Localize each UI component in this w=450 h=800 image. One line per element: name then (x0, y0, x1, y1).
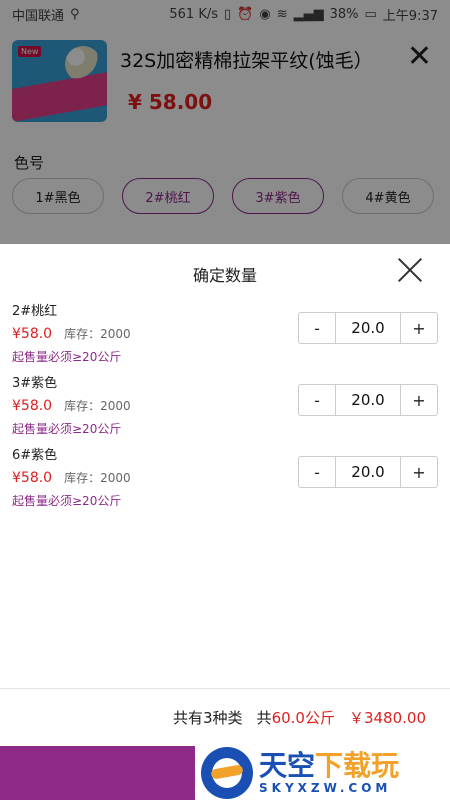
item-price: ¥58.0 (12, 326, 53, 342)
order-summary: 共有3种类 共60.0公斤 ￥3480.00 (0, 688, 450, 746)
increment-button[interactable]: + (401, 457, 437, 487)
quantity-input[interactable]: 20.0 (335, 457, 401, 487)
quantity-input[interactable]: 20.0 (335, 313, 401, 343)
list-item: 2#桃红 ¥58.0 库存：2000 起售量必须≥20公斤 - 20.0 + (12, 300, 438, 370)
decrement-button[interactable]: - (299, 313, 335, 343)
item-stock: 库存：2000 (64, 471, 131, 485)
kinds-count: 共有3种类 (173, 709, 243, 727)
list-item: 6#紫色 ¥58.0 库存：2000 起售量必须≥20公斤 - 20.0 + (12, 444, 438, 514)
watermark-accent: 下载玩 (315, 749, 400, 782)
airplane-logo-icon (201, 747, 253, 799)
decrement-button[interactable]: - (299, 457, 335, 487)
increment-button[interactable]: + (401, 385, 437, 415)
dim-overlay (0, 0, 450, 244)
list-item: 3#紫色 ¥58.0 库存：2000 起售量必须≥20公斤 - 20.0 + (12, 372, 438, 442)
quantity-sheet: 确定数量 2#桃红 ¥58.0 库存：2000 起售量必须≥20公斤 - 20.… (0, 244, 450, 800)
item-stock: 库存：2000 (64, 327, 131, 341)
item-price: ¥58.0 (12, 470, 53, 486)
watermark-main: 天空 (259, 749, 316, 782)
quantity-stepper: - 20.0 + (298, 456, 438, 488)
close-icon[interactable] (396, 256, 424, 284)
watermark-domain: SKYXZW.COM (259, 781, 392, 795)
quantity-stepper: - 20.0 + (298, 384, 438, 416)
increment-button[interactable]: + (401, 313, 437, 343)
item-price: ¥58.0 (12, 398, 53, 414)
quantity-stepper: - 20.0 + (298, 312, 438, 344)
watermark: 天空下载玩 SKYXZW.COM (195, 746, 450, 800)
item-minimum: 起售量必须≥20公斤 (12, 494, 122, 508)
total-weight: 共60.0公斤 (256, 709, 335, 727)
item-minimum: 起售量必须≥20公斤 (12, 350, 122, 364)
total-price: ￥3480.00 (348, 709, 426, 727)
item-minimum: 起售量必须≥20公斤 (12, 422, 122, 436)
sheet-title: 确定数量 (192, 266, 257, 285)
confirm-button[interactable]: 天空下载玩 SKYXZW.COM (0, 746, 450, 800)
item-stock: 库存：2000 (64, 399, 131, 413)
quantity-input[interactable]: 20.0 (335, 385, 401, 415)
decrement-button[interactable]: - (299, 385, 335, 415)
